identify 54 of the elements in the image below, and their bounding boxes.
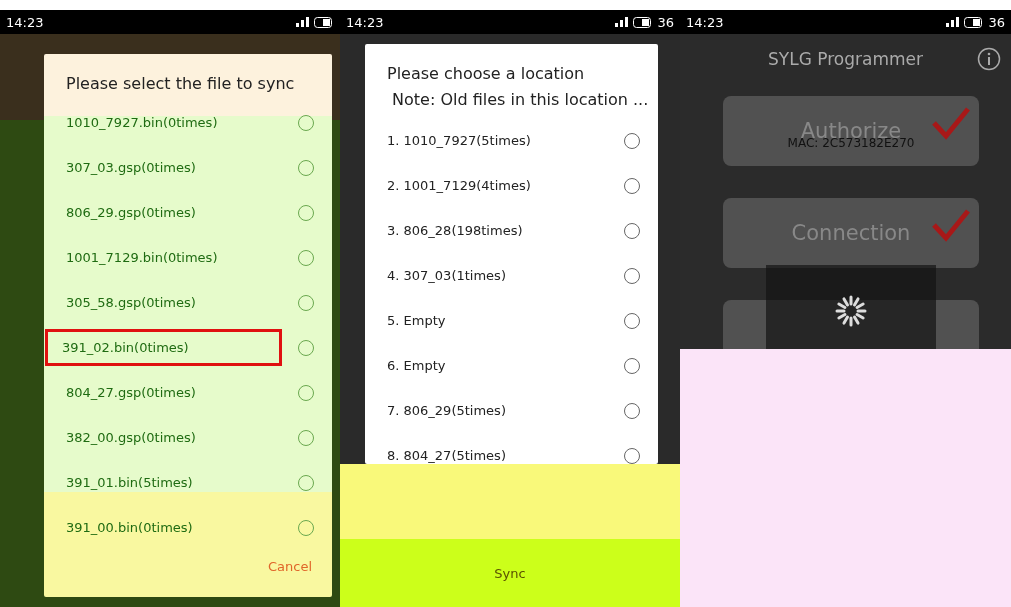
- signal-icon: [946, 17, 961, 27]
- list-option[interactable]: 1001_7129.bin(0times): [44, 235, 332, 280]
- list-option[interactable]: 8. 804_27(5times): [365, 433, 658, 478]
- file-name: 8. 804_27(5times): [387, 448, 506, 463]
- list-option[interactable]: 6. Empty: [365, 343, 658, 388]
- list-option[interactable]: 307_03.gsp(0times): [44, 145, 332, 190]
- list-option[interactable]: 7. 806_29(5times): [365, 388, 658, 433]
- file-name: 1. 1010_7927(5times): [387, 133, 531, 148]
- file-name: 6. Empty: [387, 358, 446, 373]
- signal-icon: [615, 17, 630, 27]
- list-option[interactable]: 2. 1001_7129(4times): [365, 163, 658, 208]
- list-option[interactable]: 391_02.bin(0times): [44, 325, 332, 370]
- list-option[interactable]: 3. 806_28(198times): [365, 208, 658, 253]
- list-option[interactable]: 391_00.bin(0times): [44, 505, 332, 550]
- list-option[interactable]: 382_00.gsp(0times): [44, 415, 332, 460]
- list-option[interactable]: 806_29.gsp(0times): [44, 190, 332, 235]
- app-title: SYLG Programmer: [768, 49, 923, 69]
- list-option[interactable]: 4. 307_03(1times): [365, 253, 658, 298]
- file-name: 391_01.bin(5times): [66, 475, 193, 490]
- battery-icon: [314, 16, 334, 28]
- file-name: 2. 1001_7129(4times): [387, 178, 531, 193]
- status-time: 14:23: [6, 14, 44, 30]
- file-name: 307_03.gsp(0times): [66, 160, 196, 175]
- file-name: 806_29.gsp(0times): [66, 205, 196, 220]
- list-option[interactable]: 391_01.bin(5times): [44, 460, 332, 505]
- file-name: 391_00.bin(0times): [66, 520, 193, 535]
- file-name: 382_00.gsp(0times): [66, 430, 196, 445]
- status-time: 14:23: [346, 14, 384, 30]
- file-name: 3. 806_28(198times): [387, 223, 523, 238]
- battery-icon: [633, 16, 654, 28]
- status-time: 14:23: [686, 14, 724, 30]
- dialog-note: Note: Old files in this location ...: [391, 90, 650, 111]
- list-option[interactable]: 5. Empty: [365, 298, 658, 343]
- file-name: 4. 307_03(1times): [387, 268, 506, 283]
- file-name: 1001_7129.bin(0times): [66, 250, 218, 265]
- file-name: 7. 806_29(5times): [387, 403, 506, 418]
- info-icon[interactable]: [977, 47, 1001, 71]
- highlighted-file-name: 391_02.bin(0times): [48, 332, 279, 363]
- file-name: 5. Empty: [387, 313, 446, 328]
- file-name: 305_58.gsp(0times): [66, 295, 196, 310]
- file-name: 1010_7927.bin(0times): [66, 115, 218, 130]
- battery-level: 36: [988, 14, 1005, 30]
- signal-icon: [296, 17, 310, 27]
- cancel-button[interactable]: Cancel: [261, 558, 318, 575]
- battery-level: 36: [657, 14, 674, 30]
- battery-icon: [964, 16, 985, 28]
- dialog-title: Please select the file to sync: [65, 73, 296, 95]
- dialog-title: Please choose a location: [386, 63, 586, 85]
- list-option[interactable]: 1. 1010_7927(5times): [365, 118, 658, 163]
- sync-button[interactable]: Sync: [488, 564, 532, 582]
- list-option[interactable]: 305_58.gsp(0times): [44, 280, 332, 325]
- list-option[interactable]: 1010_7927.bin(0times): [44, 100, 332, 145]
- list-option[interactable]: 804_27.gsp(0times): [44, 370, 332, 415]
- file-name: 804_27.gsp(0times): [66, 385, 196, 400]
